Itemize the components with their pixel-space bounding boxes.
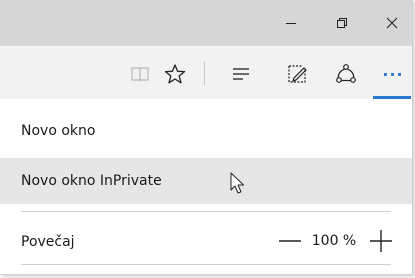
zoom-in-button[interactable] — [366, 226, 396, 256]
close-icon — [386, 17, 398, 29]
hub-icon — [233, 68, 249, 80]
more-icon: ··· — [382, 64, 404, 84]
favorites-button[interactable] — [163, 62, 187, 86]
mouse-cursor-icon — [230, 172, 246, 200]
menu-item-new-window[interactable]: Novo okno — [0, 108, 412, 154]
menu-item-new-inprivate-window-label: Novo okno InPrivate — [21, 173, 162, 189]
more-active-indicator — [373, 96, 411, 99]
menu-divider-bottom — [21, 264, 391, 265]
share-icon — [336, 64, 356, 83]
reading-view-icon — [131, 67, 149, 82]
more-button[interactable]: ··· — [380, 62, 406, 86]
zoom-label: Povečaj — [21, 234, 75, 250]
menu-divider — [21, 211, 391, 212]
share-button[interactable] — [334, 62, 358, 86]
restore-button[interactable] — [330, 11, 354, 35]
web-note-icon — [288, 65, 307, 83]
toolbar-separator — [204, 61, 205, 85]
favorites-star-icon — [164, 64, 186, 84]
minus-icon — [279, 240, 301, 242]
restore-icon — [337, 18, 347, 28]
hub-button[interactable] — [229, 62, 253, 86]
close-button[interactable] — [380, 11, 404, 35]
minimize-button[interactable] — [279, 11, 303, 35]
minimize-icon — [286, 23, 296, 24]
browser-toolbar: ··· — [0, 46, 412, 99]
browser-menu-frame: ··· Novo okno Novo okno InPrivate Poveča… — [0, 0, 413, 275]
zoom-out-button[interactable] — [275, 226, 305, 256]
menu-item-new-inprivate-window[interactable]: Novo okno InPrivate — [0, 158, 412, 204]
zoom-value: 100 % — [311, 233, 357, 249]
reading-view-button[interactable] — [128, 62, 152, 86]
web-note-button[interactable] — [285, 62, 309, 86]
title-bar — [0, 0, 412, 46]
menu-item-new-window-label: Novo okno — [21, 123, 96, 139]
plus-icon — [370, 230, 392, 252]
